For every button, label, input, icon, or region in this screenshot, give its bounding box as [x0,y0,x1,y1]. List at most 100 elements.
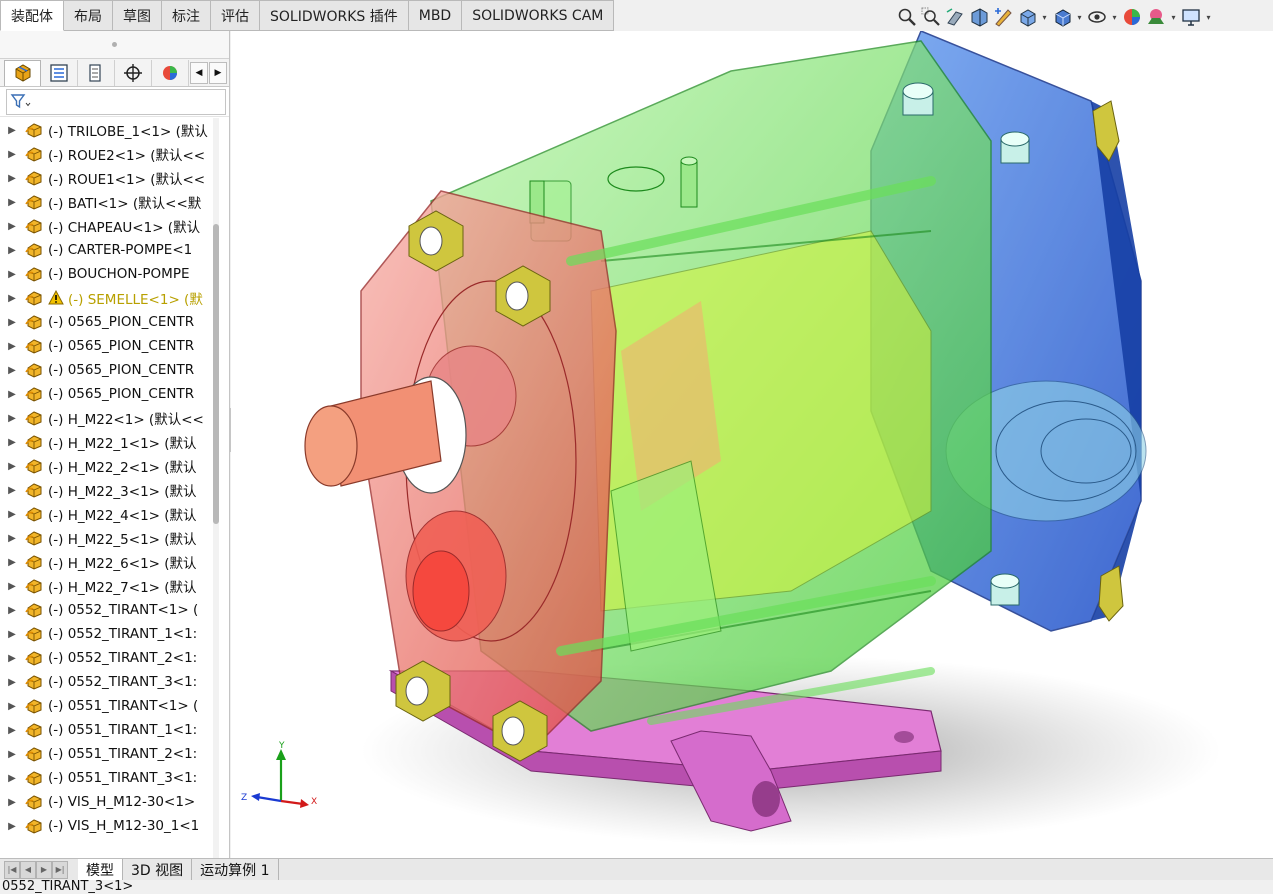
tree-item[interactable]: ▶ (-) H_M22_7<1> (默认 [0,574,216,598]
tree-item[interactable]: ▶ (-) VIS_H_M12-30_1<1 [0,814,216,838]
previous-view-icon[interactable] [944,6,966,28]
expand-arrow-icon[interactable]: ▶ [0,365,24,376]
tree-scrollbar-thumb[interactable] [213,224,219,524]
dimxpert-tab[interactable] [115,59,152,86]
command-tab[interactable]: 草图 [113,0,162,31]
chevron-down-icon[interactable]: ▾ [1169,6,1178,28]
expand-arrow-icon[interactable]: ▶ [0,557,24,568]
expand-arrow-icon[interactable]: ▶ [0,149,24,160]
expand-arrow-icon[interactable]: ▶ [0,125,24,136]
tabs-scroll-left-icon[interactable]: ◀ [190,61,208,84]
view-settings-icon[interactable] [1180,6,1202,28]
tree-item[interactable]: ▶ (-) H_M22_5<1> (默认 [0,526,216,550]
tree-item[interactable]: ▶ (-) 0551_TIRANT_2<1: [0,742,216,766]
centering-pin[interactable] [1000,131,1030,164]
zoom-to-area-icon[interactable] [920,6,942,28]
expand-arrow-icon[interactable]: ▶ [0,533,24,544]
edit-appearance-icon[interactable] [1121,6,1143,28]
first-tab-icon[interactable]: |◀ [4,860,20,879]
expand-arrow-icon[interactable]: ▶ [0,581,24,592]
model-tab[interactable]: 3D 视图 [123,859,193,880]
tree-item[interactable]: ▶ (-) 0552_TIRANT_2<1: [0,646,216,670]
tree-item[interactable]: ▶ (-) 0565_PION_CENTR [0,310,216,334]
tree-item[interactable]: ▶ (-) 0565_PION_CENTR [0,358,216,382]
expand-arrow-icon[interactable]: ▶ [0,821,24,832]
panel-splitter[interactable] [0,31,229,59]
tree-filter-input[interactable] [6,88,226,115]
prev-tab-icon[interactable]: ◀ [20,860,36,879]
command-tab[interactable]: MBD [408,0,463,31]
chevron-down-icon[interactable]: ▾ [1040,6,1049,28]
expand-arrow-icon[interactable]: ▶ [0,413,24,424]
tree-item[interactable]: ▶ (-) H_M22_3<1> (默认 [0,478,216,502]
tree-item[interactable]: ▶ (-) 0552_TIRANT_1<1: [0,622,216,646]
expand-arrow-icon[interactable]: ▶ [0,197,24,208]
pump-assembly-model[interactable]: Y X Z [231,31,1273,858]
last-tab-icon[interactable]: ▶| [52,860,68,879]
command-tab[interactable]: SOLIDWORKS 插件 [260,0,409,31]
section-view-icon[interactable] [968,6,990,28]
tree-item[interactable]: ▶ (-) H_M22<1> (默认<< [0,406,216,430]
tree-item[interactable]: ▶ (-) H_M22_6<1> (默认 [0,550,216,574]
tree-item[interactable]: ▶ (-) CHAPEAU<1> (默认 [0,214,216,238]
centering-pin[interactable] [902,82,934,116]
hide-show-items-icon[interactable] [1086,6,1108,28]
tree-scrollbar[interactable] [213,118,219,858]
expand-arrow-icon[interactable]: ▶ [0,485,24,496]
tree-item[interactable]: ▶ (-) H_M22_4<1> (默认 [0,502,216,526]
expand-arrow-icon[interactable]: ▶ [0,461,24,472]
tree-item[interactable]: ▶ (-) H_M22_1<1> (默认 [0,430,216,454]
expand-arrow-icon[interactable]: ▶ [0,389,24,400]
expand-arrow-icon[interactable]: ▶ [0,221,24,232]
expand-arrow-icon[interactable]: ▶ [0,173,24,184]
expand-arrow-icon[interactable]: ▶ [0,749,24,760]
tree-item[interactable]: ▶ (-) CARTER-POMPE<1 [0,238,216,262]
tree-item[interactable]: ▶ (-) H_M22_2<1> (默认 [0,454,216,478]
expand-arrow-icon[interactable]: ▶ [0,245,24,256]
expand-arrow-icon[interactable]: ▶ [0,317,24,328]
expand-arrow-icon[interactable]: ▶ [0,629,24,640]
expand-arrow-icon[interactable]: ▶ [0,677,24,688]
tree-item[interactable]: ▶ (-) 0565_PION_CENTR [0,382,216,406]
command-tab[interactable]: 布局 [64,0,113,31]
model-tab[interactable]: 运动算例 1 [192,859,279,880]
tree-item[interactable]: ▶ (-) BATI<1> (默认<<默 [0,190,216,214]
command-tab[interactable]: 标注 [162,0,211,31]
command-tab[interactable]: 评估 [211,0,260,31]
apply-scene-icon[interactable] [1145,6,1167,28]
expand-arrow-icon[interactable]: ▶ [0,797,24,808]
tree-item[interactable]: ▶ (-) TRILOBE_1<1> (默认 [0,118,216,142]
tree-item[interactable]: ▶ (-) ROUE1<1> (默认<< [0,166,216,190]
view-orientation-icon[interactable] [1016,6,1038,28]
expand-arrow-icon[interactable]: ▶ [0,605,24,616]
tree-item[interactable]: ▶ (-) 0551_TIRANT_3<1: [0,766,216,790]
chevron-down-icon[interactable]: ▾ [1110,6,1119,28]
expand-arrow-icon[interactable]: ▶ [0,701,24,712]
tree-item[interactable]: ▶ (-) 0551_TIRANT_1<1: [0,718,216,742]
command-tab[interactable]: SOLIDWORKS CAM [462,0,615,31]
tree-item[interactable]: ▶ (-) 0552_TIRANT_3<1: [0,670,216,694]
chevron-down-icon[interactable]: ▾ [1204,6,1213,28]
centering-pin[interactable] [990,573,1020,606]
tree-item[interactable]: ▶ (-) BOUCHON-POMPE [0,262,216,286]
configurationmanager-tab[interactable] [78,59,115,86]
expand-arrow-icon[interactable]: ▶ [0,341,24,352]
expand-arrow-icon[interactable]: ▶ [0,653,24,664]
graphics-viewport[interactable]: Y X Z [231,31,1273,858]
expand-arrow-icon[interactable]: ▶ [0,269,24,280]
model-tab[interactable]: 模型 [78,859,123,880]
tree-item[interactable]: ▶ (-) 0552_TIRANT<1> ( [0,598,216,622]
tree-item[interactable]: ▶ (-) SEMELLE<1> (默 [0,286,216,310]
display-manager-tab[interactable] [152,59,189,86]
display-style-icon[interactable] [1051,6,1073,28]
expand-arrow-icon[interactable]: ▶ [0,773,24,784]
expand-arrow-icon[interactable]: ▶ [0,293,24,304]
tabs-scroll-right-icon[interactable]: ▶ [209,61,227,84]
next-tab-icon[interactable]: ▶ [36,860,52,879]
tree-item[interactable]: ▶ (-) VIS_H_M12-30<1> [0,790,216,814]
chevron-down-icon[interactable]: ▾ [1075,6,1084,28]
expand-arrow-icon[interactable]: ▶ [0,725,24,736]
propertymanager-tab[interactable] [41,59,78,86]
dynamic-annotation-icon[interactable] [992,6,1014,28]
tree-item[interactable]: ▶ (-) 0565_PION_CENTR [0,334,216,358]
